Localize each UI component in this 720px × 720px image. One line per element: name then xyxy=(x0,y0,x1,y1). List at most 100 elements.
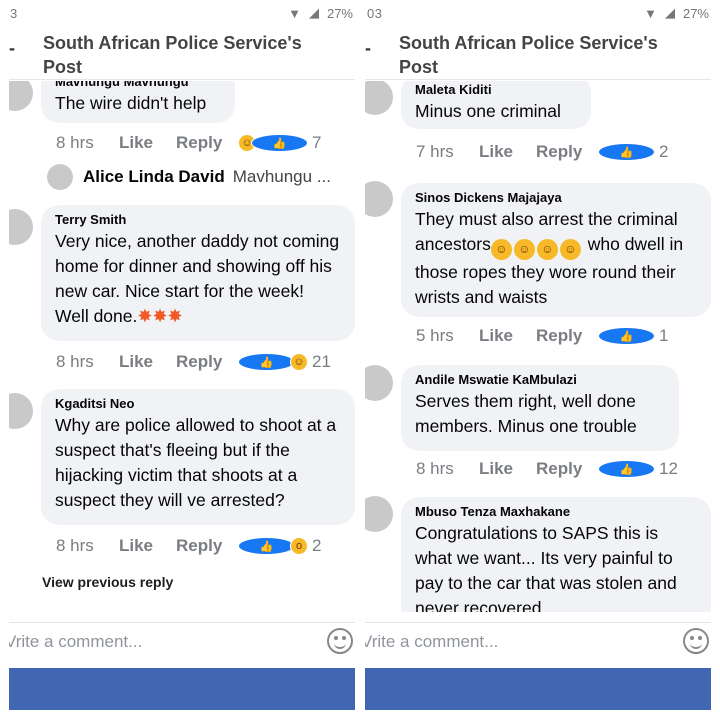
laughing-emoji-icon: ☺ xyxy=(513,239,535,260)
reply-button[interactable]: Reply xyxy=(176,536,238,556)
comment-text: Congratulations to SAPS this is what we … xyxy=(415,523,677,612)
commenter-name[interactable]: Maleta Kiditi xyxy=(415,81,577,99)
comment-bubble: Terry Smith Very nice, another daddy not… xyxy=(41,205,355,341)
reactions[interactable]: 👍 xyxy=(598,460,655,478)
avatar[interactable] xyxy=(9,393,33,429)
like-button[interactable]: Like xyxy=(119,352,176,372)
comment-bubble: Sinos Dickens Majajaya They must also ar… xyxy=(401,183,711,317)
commenter-name[interactable]: Sinos Dickens Majajaya xyxy=(415,189,697,207)
avatar[interactable] xyxy=(365,181,393,217)
comments-list[interactable]: Mavhungu Mavhungu The wire didn't help 8… xyxy=(9,81,355,612)
view-previous-reply-link[interactable]: View previous reply xyxy=(42,574,173,590)
like-reaction-icon: 👍 xyxy=(238,537,295,555)
like-button[interactable]: Like xyxy=(119,133,176,153)
reply-button[interactable]: Reply xyxy=(176,133,238,153)
like-reaction-icon: 👍 xyxy=(598,143,655,161)
haha-reaction-icon: ☺ xyxy=(290,353,308,371)
status-time: 03 xyxy=(367,6,383,21)
status-bar: 03 ▼ ◢ 27% xyxy=(365,0,711,28)
reactions[interactable]: 👍 o xyxy=(238,537,308,555)
avatar[interactable] xyxy=(9,81,33,111)
like-reaction-icon: 👍 xyxy=(598,460,655,478)
avatar[interactable] xyxy=(365,365,393,401)
avatar[interactable] xyxy=(47,164,73,190)
like-button[interactable]: Like xyxy=(479,459,536,479)
right-screenshot: 03 ▼ ◢ 27% - South African Police Servic… xyxy=(365,0,711,720)
comment-composer[interactable]: Vrite a comment... xyxy=(9,622,355,662)
bottom-bar xyxy=(9,668,355,710)
avatar[interactable] xyxy=(9,209,33,245)
comment-actions: 7 hrs Like Reply 👍 2 xyxy=(416,142,668,162)
commenter-name[interactable]: Andile Mswatie KaMbulazi xyxy=(415,371,665,389)
comment-bubble: Maleta Kiditi Minus one criminal xyxy=(401,81,591,129)
commenter-name[interactable]: Terry Smith xyxy=(55,211,341,229)
signal-icon: ▼ xyxy=(288,5,301,21)
comment-actions: 8 hrs Like Reply 👍 ☺ 21 xyxy=(56,352,331,372)
reactions[interactable]: ☺ 👍 xyxy=(238,134,308,152)
comment-actions: 8 hrs Like Reply ☺ 👍 7 xyxy=(56,133,321,153)
back-icon[interactable]: - xyxy=(9,38,15,59)
bottom-bar xyxy=(365,668,711,710)
reaction-count: 12 xyxy=(659,459,678,478)
emoji-icon[interactable] xyxy=(327,628,353,654)
laughing-emoji-icon: ☺ xyxy=(490,239,512,260)
like-button[interactable]: Like xyxy=(479,326,536,346)
comment-actions: 8 hrs Like Reply 👍 o 2 xyxy=(56,536,321,556)
reactions[interactable]: 👍 xyxy=(598,327,655,345)
back-icon[interactable]: - xyxy=(365,38,371,59)
commenter-name[interactable]: Mbuso Tenza Maxhakane xyxy=(415,503,697,521)
comments-list[interactable]: Maleta Kiditi Minus one criminal 7 hrs L… xyxy=(365,81,711,612)
cell-icon: ◢ xyxy=(664,5,675,20)
reply-button[interactable]: Reply xyxy=(536,326,598,346)
commenter-name[interactable]: Mavhungu Mavhungu xyxy=(55,81,221,91)
comment-text: Minus one criminal xyxy=(415,101,561,121)
comment-actions: 5 hrs Like Reply 👍 1 xyxy=(416,326,668,346)
post-header: - South African Police Service's Post xyxy=(365,28,711,80)
status-bar: J3 ▼ ◢ 27% xyxy=(9,0,355,28)
reaction-count: 2 xyxy=(659,142,669,161)
reaction-count: 1 xyxy=(659,326,669,345)
reply-preview[interactable]: Alice Linda David Mavhungu ... xyxy=(47,164,331,190)
cell-icon: ◢ xyxy=(308,5,319,20)
like-button[interactable]: Like xyxy=(479,142,536,162)
comment-time: 8 hrs xyxy=(56,133,94,152)
comment-text: Very nice, another daddy not coming home… xyxy=(55,231,340,326)
emoji-icon[interactable] xyxy=(683,628,709,654)
reply-author[interactable]: Alice Linda David xyxy=(83,167,225,187)
comment-input[interactable]: Vrite a comment... xyxy=(365,632,498,652)
comment-text: Serves them right, well done members. Mi… xyxy=(415,391,637,436)
signal-icon: ▼ xyxy=(644,5,657,21)
commenter-name[interactable]: Kgaditsi Neo xyxy=(55,395,341,413)
laughing-emoji-icon: ☺ xyxy=(559,239,581,260)
avatar[interactable] xyxy=(365,496,393,532)
reactions[interactable]: 👍 xyxy=(598,143,655,161)
reply-button[interactable]: Reply xyxy=(176,352,238,372)
reactions[interactable]: 👍 ☺ xyxy=(238,353,308,371)
reply-button[interactable]: Reply xyxy=(536,142,598,162)
page-title: South African Police Service's Post xyxy=(43,33,302,77)
left-screenshot: J3 ▼ ◢ 27% - South African Police Servic… xyxy=(9,0,355,720)
comment-composer[interactable]: Vrite a comment... xyxy=(365,622,711,662)
like-button[interactable]: Like xyxy=(119,536,176,556)
battery-level: 27% xyxy=(326,5,353,21)
boom-emoji-icon: ✸✸✸ xyxy=(137,306,183,326)
comment-actions: 8 hrs Like Reply 👍 12 xyxy=(416,459,678,479)
post-header: - South African Police Service's Post xyxy=(9,28,355,80)
battery-level: 27% xyxy=(682,5,709,21)
comment-bubble: Mavhungu Mavhungu The wire didn't help xyxy=(41,81,235,123)
like-reaction-icon: 👍 xyxy=(238,353,295,371)
page-title: South African Police Service's Post xyxy=(399,33,658,77)
laughing-emoji-icon: ☺ xyxy=(536,239,558,260)
reply-button[interactable]: Reply xyxy=(536,459,598,479)
comment-input[interactable]: Vrite a comment... xyxy=(9,632,142,652)
like-reaction-icon: 👍 xyxy=(598,327,655,345)
comment-time: 7 hrs xyxy=(416,142,454,161)
comment-bubble: Mbuso Tenza Maxhakane Congratulations to… xyxy=(401,497,711,612)
reply-text: Mavhungu ... xyxy=(232,167,331,186)
comment-time: 5 hrs xyxy=(416,326,454,345)
reaction-count: 2 xyxy=(312,536,322,555)
comment-bubble: Kgaditsi Neo Why are police allowed to s… xyxy=(41,389,355,525)
comment-time: 8 hrs xyxy=(416,459,454,478)
avatar[interactable] xyxy=(365,81,393,115)
comment-time: 8 hrs xyxy=(56,352,94,371)
